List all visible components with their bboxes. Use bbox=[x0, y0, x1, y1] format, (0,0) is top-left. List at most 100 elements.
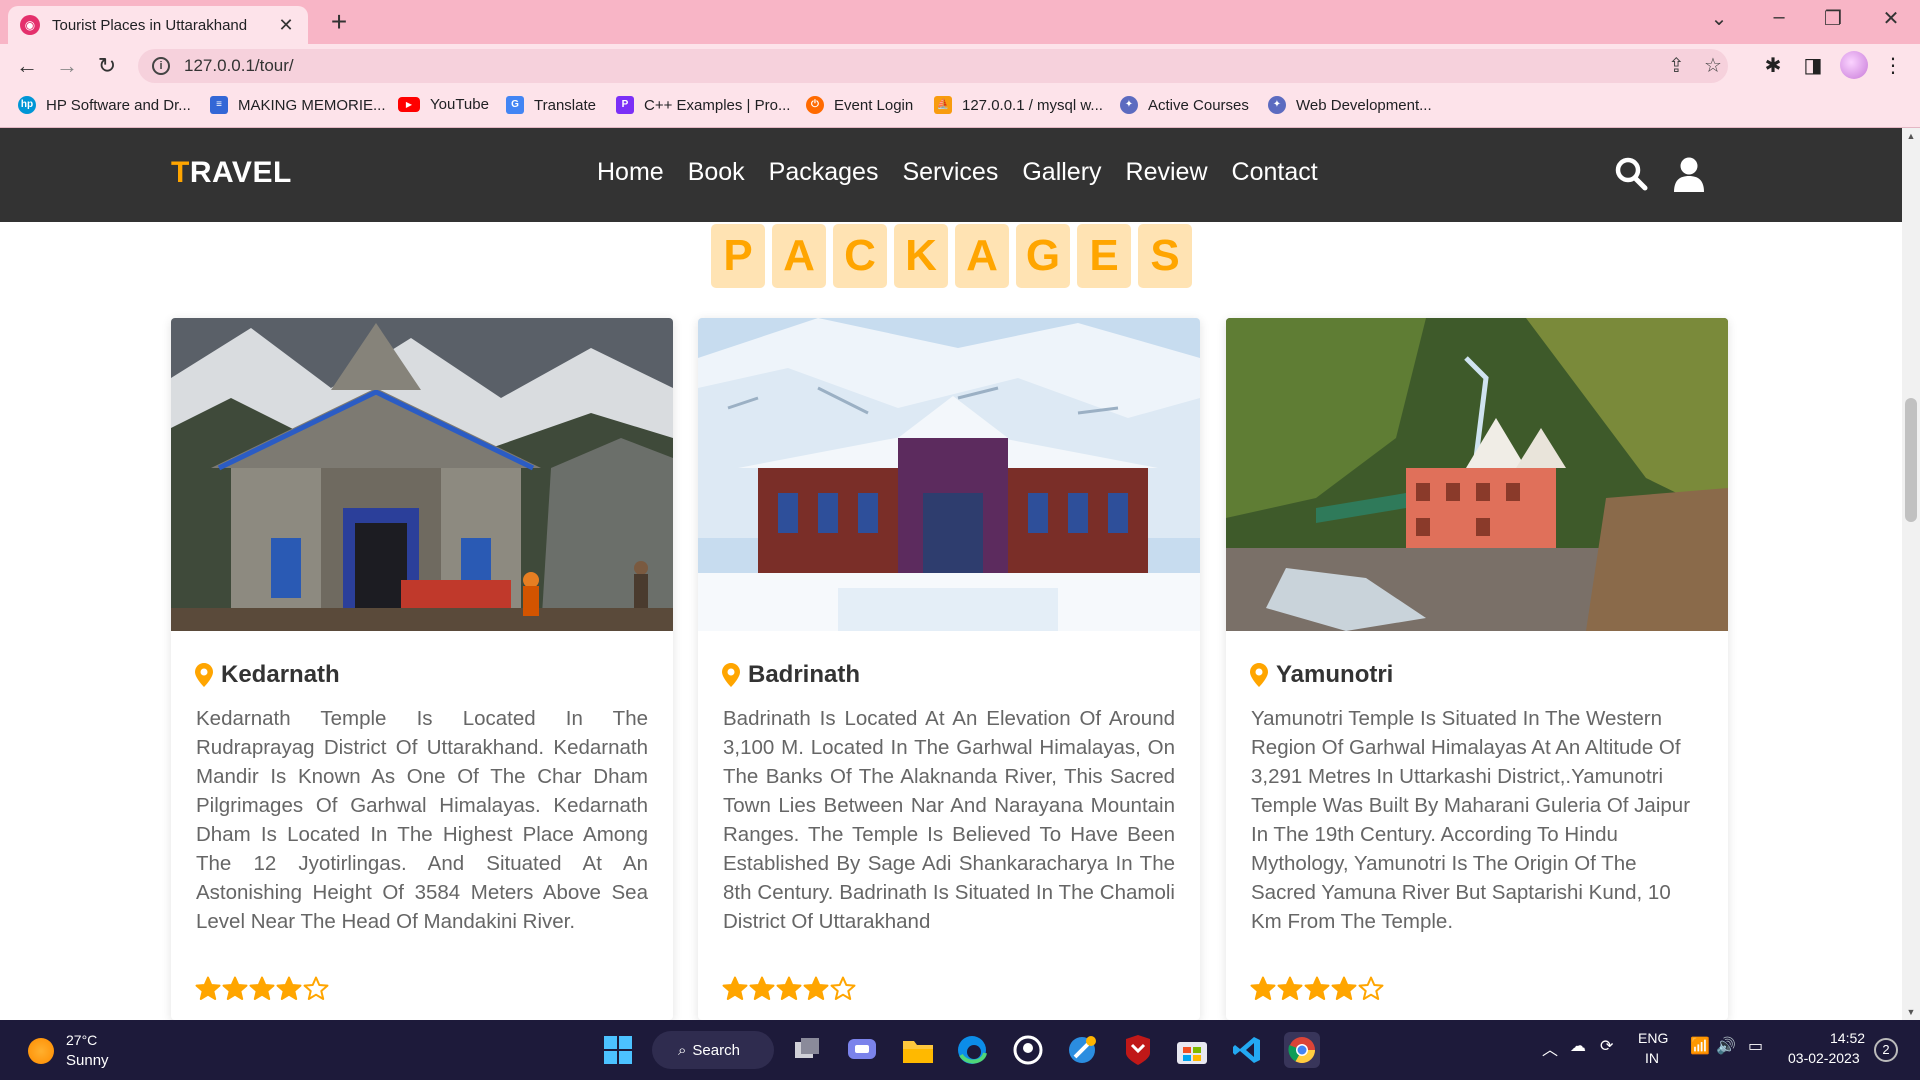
microsoft-store-icon[interactable] bbox=[1174, 1032, 1210, 1068]
tab-title: Tourist Places in Uttarakhand bbox=[52, 16, 248, 34]
nav-packages[interactable]: Packages bbox=[769, 158, 879, 187]
heading-letter: A bbox=[955, 224, 1009, 288]
task-view-icon[interactable] bbox=[789, 1032, 825, 1068]
restore-icon[interactable]: ❐ bbox=[1818, 6, 1848, 31]
site-info-icon[interactable]: i bbox=[152, 57, 170, 75]
location-pin-icon bbox=[195, 663, 213, 687]
bookmark-active-courses[interactable]: ✦ Active Courses bbox=[1120, 96, 1249, 114]
notification-count[interactable]: 2 bbox=[1874, 1038, 1898, 1062]
site-header: TRAVEL Home Book Packages Services Galle… bbox=[0, 128, 1902, 222]
address-bar[interactable]: i 127.0.0.1/tour/ ⇪ ☆ bbox=[138, 49, 1728, 83]
nav-book[interactable]: Book bbox=[688, 158, 745, 187]
nav-review[interactable]: Review bbox=[1126, 158, 1208, 187]
bookmark-cpp-examples[interactable]: P C++ Examples | Pro... bbox=[616, 96, 790, 114]
power-icon: ⏻ bbox=[806, 96, 824, 114]
tray-overflow-chevron-icon[interactable]: ︿ bbox=[1542, 1036, 1558, 1060]
phpmyadmin-icon: ⛵ bbox=[934, 96, 952, 114]
minimize-icon[interactable]: – bbox=[1764, 6, 1794, 29]
start-windows-icon[interactable] bbox=[600, 1032, 636, 1068]
close-window-icon[interactable]: ✕ bbox=[1876, 6, 1906, 31]
scroll-up-icon[interactable]: ▲ bbox=[1902, 128, 1920, 144]
bookmarks-bar: hp HP Software and Dr... ≡ MAKING MEMORI… bbox=[0, 88, 1920, 128]
wifi-icon[interactable]: 📶 bbox=[1690, 1036, 1710, 1056]
taskbar-search-icon: ⌕ bbox=[678, 1041, 687, 1059]
logo-accent-letter: T bbox=[171, 156, 190, 189]
card-title-text: Yamunotri bbox=[1276, 661, 1394, 688]
nav-contact[interactable]: Contact bbox=[1232, 158, 1318, 187]
vscode-icon[interactable] bbox=[1229, 1032, 1265, 1068]
side-panel-icon[interactable]: ◨ bbox=[1798, 52, 1828, 80]
volume-icon[interactable]: 🔊 bbox=[1716, 1036, 1736, 1056]
back-icon[interactable]: ← bbox=[12, 52, 42, 82]
battery-icon[interactable]: ▭ bbox=[1748, 1036, 1763, 1056]
onedrive-cloud-icon[interactable]: ☁ bbox=[1570, 1036, 1586, 1056]
language-region[interactable]: IN bbox=[1645, 1050, 1659, 1066]
site-logo[interactable]: TRAVEL bbox=[171, 156, 292, 190]
file-explorer-icon[interactable] bbox=[900, 1032, 936, 1068]
mcafee-icon[interactable] bbox=[1120, 1032, 1156, 1068]
logo-text: RAVEL bbox=[189, 156, 292, 189]
package-card-badrinath: Badrinath Badrinath Is Located At An Ele… bbox=[698, 318, 1200, 1020]
bookmark-phpmyadmin[interactable]: ⛵ 127.0.0.1 / mysql w... bbox=[934, 96, 1103, 114]
reload-icon[interactable]: ↻ bbox=[92, 52, 122, 82]
language-code[interactable]: ENG bbox=[1638, 1030, 1668, 1046]
location-pin-icon bbox=[722, 663, 740, 687]
page-scrollbar[interactable]: ▲ ▼ bbox=[1902, 128, 1920, 1020]
star-filled-icon bbox=[1331, 976, 1357, 1000]
nav-gallery[interactable]: Gallery bbox=[1022, 158, 1101, 187]
hp-icon: hp bbox=[18, 96, 36, 114]
scroll-down-icon[interactable]: ▼ bbox=[1902, 1004, 1920, 1020]
clock-date[interactable]: 03-02-2023 bbox=[1788, 1050, 1860, 1066]
bookmark-youtube[interactable]: ▶ YouTube bbox=[398, 96, 489, 113]
scrollbar-thumb[interactable] bbox=[1905, 398, 1917, 522]
tab-close-icon[interactable]: ✕ bbox=[276, 15, 296, 36]
nav-services[interactable]: Services bbox=[902, 158, 998, 187]
weather-sun-icon[interactable] bbox=[28, 1038, 54, 1064]
weather-temperature[interactable]: 27°C bbox=[66, 1032, 97, 1048]
extensions-icon[interactable]: ✱ bbox=[1758, 52, 1788, 80]
bookmark-hp[interactable]: hp HP Software and Dr... bbox=[18, 96, 191, 114]
bookmark-making-memories[interactable]: ≡ MAKING MEMORIE... bbox=[210, 96, 386, 114]
user-icon[interactable] bbox=[1672, 156, 1706, 192]
forward-icon[interactable]: → bbox=[52, 52, 82, 82]
nav-home[interactable]: Home bbox=[597, 158, 664, 187]
profile-avatar[interactable] bbox=[1840, 51, 1868, 79]
star-filled-icon bbox=[722, 976, 748, 1000]
star-filled-icon bbox=[776, 976, 802, 1000]
bookmark-label: 127.0.0.1 / mysql w... bbox=[962, 96, 1103, 114]
star-rating bbox=[195, 976, 330, 1002]
share-icon[interactable]: ⇪ bbox=[1668, 49, 1685, 83]
packages-heading: P A C K A G E S bbox=[711, 224, 1199, 288]
teams-chat-icon[interactable] bbox=[844, 1032, 880, 1068]
taskbar-search[interactable]: ⌕ Search bbox=[652, 1031, 774, 1069]
bookmark-web-development[interactable]: ✦ Web Development... bbox=[1268, 96, 1432, 114]
bookmark-label: MAKING MEMORIE... bbox=[238, 96, 386, 114]
browser-tab[interactable]: ◉ Tourist Places in Uttarakhand ✕ bbox=[8, 6, 308, 44]
edge-browser-icon[interactable] bbox=[954, 1032, 990, 1068]
bookmark-star-icon[interactable]: ☆ bbox=[1704, 49, 1722, 83]
taskbar-search-label: Search bbox=[692, 1041, 740, 1059]
new-tab-icon[interactable]: + bbox=[324, 6, 354, 38]
weather-condition[interactable]: Sunny bbox=[66, 1052, 109, 1069]
star-filled-icon bbox=[803, 976, 829, 1000]
location-pin-icon bbox=[1250, 663, 1268, 687]
bookmark-event-login[interactable]: ⏻ Event Login bbox=[806, 96, 913, 114]
card-description: Yamunotri Temple Is Situated In The West… bbox=[1251, 707, 1691, 933]
package-card-kedarnath: Kedarnath Kedarnath Temple Is Located In… bbox=[171, 318, 673, 1020]
badrinath-temple-image bbox=[698, 318, 1200, 631]
sync-icon[interactable]: ⟳ bbox=[1600, 1036, 1613, 1056]
search-icon[interactable] bbox=[1614, 156, 1648, 192]
chrome-icon[interactable] bbox=[1284, 1032, 1320, 1068]
clock-time[interactable]: 14:52 bbox=[1830, 1030, 1865, 1046]
xampp-icon[interactable] bbox=[1064, 1032, 1100, 1068]
bookmark-translate[interactable]: G Translate bbox=[506, 96, 596, 114]
github-desktop-icon[interactable] bbox=[1010, 1032, 1046, 1068]
menu-icon[interactable]: ⋮ bbox=[1878, 52, 1908, 80]
tab-search-chevron-icon[interactable]: ⌄ bbox=[1704, 6, 1734, 31]
bookmark-label: Translate bbox=[534, 96, 596, 114]
star-filled-icon bbox=[276, 976, 302, 1000]
star-filled-icon bbox=[195, 976, 221, 1000]
windows-taskbar: 27°C Sunny ⌕ Search ︿ ☁ ⟳ ENG IN 📶 🔊 ▭ 1… bbox=[0, 1020, 1920, 1080]
star-filled-icon bbox=[749, 976, 775, 1000]
star-rating bbox=[1250, 976, 1385, 1002]
